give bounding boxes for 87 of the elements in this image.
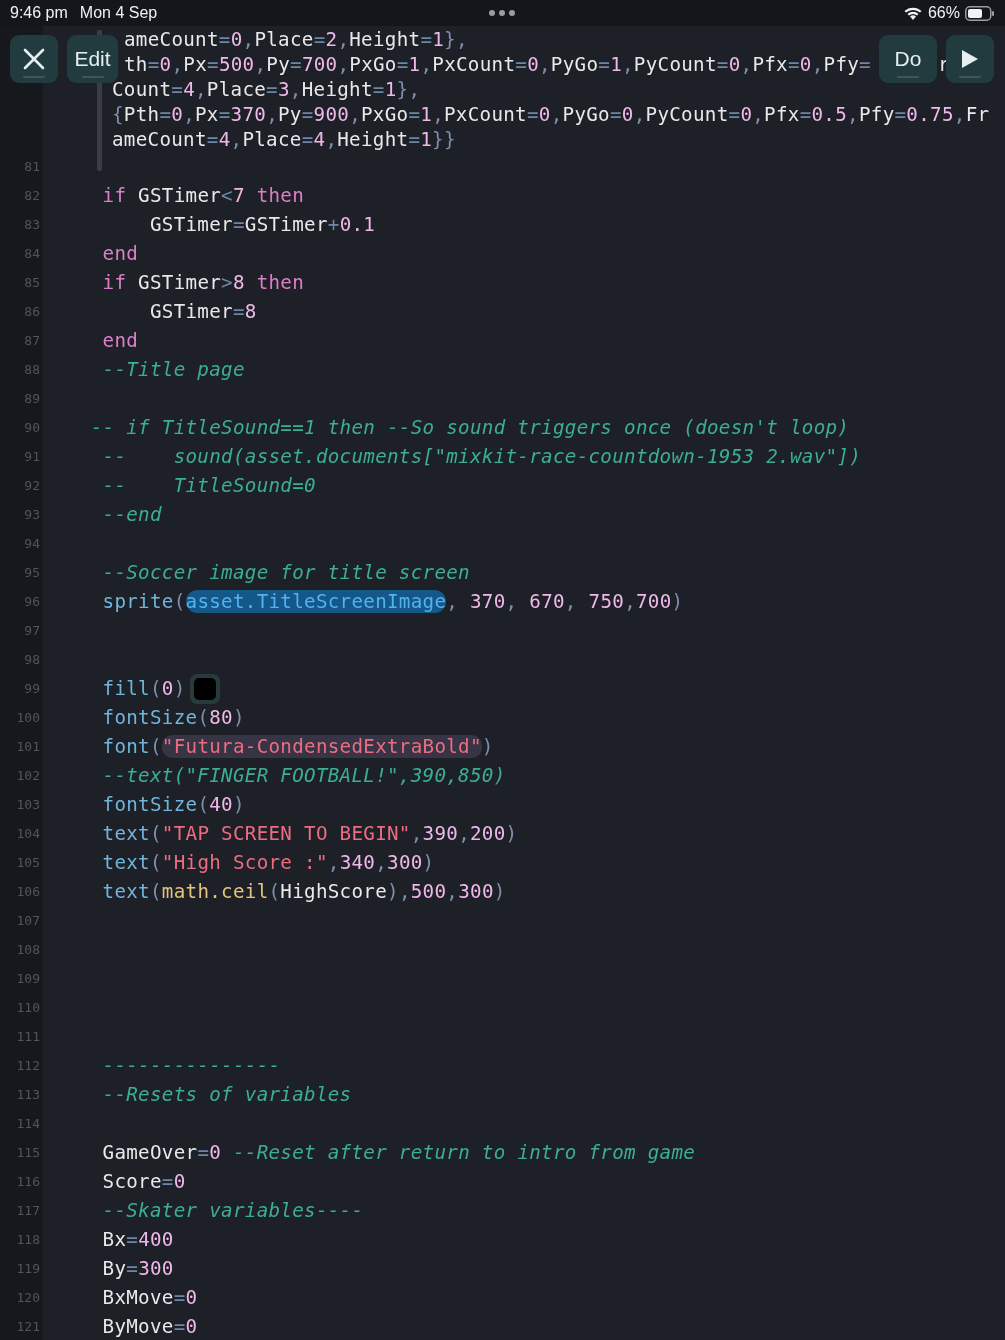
line-number: 107 xyxy=(15,913,40,928)
code-line: ByMove=0 xyxy=(101,1315,198,1338)
line-number: 92 xyxy=(23,478,40,493)
code-line: text(math.ceil(HighScore),500,300) xyxy=(101,880,506,903)
line-number: 83 xyxy=(23,217,40,232)
code-line: th=0,Px=500,Py=700,PxGo=1,PxCount=0,PyGo=1,PyCount=0,Pfx=0,Pfy= xyxy=(124,53,871,76)
code-line: BxMove=0 xyxy=(101,1286,198,1309)
code-line: if GSTimer>8 then xyxy=(101,271,305,294)
line-number: 102 xyxy=(15,768,40,783)
line-number: 95 xyxy=(23,565,40,580)
line-number: 116 xyxy=(15,1174,40,1189)
toolbar-button[interactable]: Do xyxy=(879,35,937,83)
close-icon xyxy=(23,48,45,70)
code-line: --Soccer image for title screen xyxy=(101,561,470,584)
line-number: 115 xyxy=(15,1145,40,1160)
status-date: Mon 4 Sep xyxy=(79,4,158,22)
code-line: Bx=400 xyxy=(101,1228,174,1251)
code-line: By=300 xyxy=(101,1257,174,1280)
code-line: -- sound(asset.documents["mixkit-race-countdown-1953 2.wav"]) xyxy=(101,445,862,468)
status-time: 9:46 pm xyxy=(10,4,68,22)
battery-icon xyxy=(965,5,995,21)
line-number: 113 xyxy=(15,1087,40,1102)
battery-percent: 66% xyxy=(927,4,960,22)
line-number: 109 xyxy=(15,971,40,986)
code-line: text("TAP SCREEN TO BEGIN",390,200) xyxy=(101,822,518,845)
line-number: 88 xyxy=(23,362,40,377)
wifi-icon xyxy=(902,5,923,21)
line-number: 103 xyxy=(15,797,40,812)
line-number: 90 xyxy=(23,420,40,435)
code-line: --Resets of variables xyxy=(101,1083,352,1106)
line-number: 111 xyxy=(15,1029,40,1044)
code-line: -- if TitleSound==1 then --So sound triggers once (doesn't loop) xyxy=(89,416,850,439)
line-number: 105 xyxy=(15,855,40,870)
play-button[interactable] xyxy=(946,35,994,83)
line-number: 118 xyxy=(15,1232,40,1247)
line-number: 84 xyxy=(23,246,40,261)
code-line: Score=0 xyxy=(101,1170,186,1193)
play-icon xyxy=(961,49,979,69)
color-swatch-icon[interactable] xyxy=(189,673,220,704)
line-number: 91 xyxy=(23,449,40,464)
line-number: 112 xyxy=(15,1058,40,1073)
line-number: 81 xyxy=(23,159,40,174)
line-number: 93 xyxy=(23,507,40,522)
line-number: 85 xyxy=(23,275,40,290)
code-line: GameOver=0 --Reset after return to intro from game xyxy=(101,1141,696,1164)
line-number: 82 xyxy=(23,188,40,203)
line-number: 119 xyxy=(15,1261,40,1276)
line-number: 94 xyxy=(23,536,40,551)
line-number: 87 xyxy=(23,333,40,348)
line-number: 96 xyxy=(23,594,40,609)
code-line: ameCount=0,Place=2,Height=1}, xyxy=(124,28,468,51)
line-number: 117 xyxy=(15,1203,40,1218)
code-line: --text("FINGER FOOTBALL!",390,850) xyxy=(101,764,506,787)
line-number: 104 xyxy=(15,826,40,841)
line-number: 121 xyxy=(15,1319,40,1334)
line-number: 86 xyxy=(23,304,40,319)
line-number: 100 xyxy=(15,710,40,725)
code-line: end xyxy=(101,242,139,265)
code-line: --Title page xyxy=(101,358,245,381)
line-number: 106 xyxy=(15,884,40,899)
code-line: fill(0) xyxy=(101,677,186,700)
more-icon[interactable] xyxy=(488,9,516,17)
line-number: 89 xyxy=(23,391,40,406)
code-line: GSTimer=GSTimer+0.1 xyxy=(148,213,376,236)
code-line: GSTimer=8 xyxy=(148,300,257,323)
line-number: 108 xyxy=(15,942,40,957)
code-line: text("High Score :",340,300) xyxy=(101,851,435,874)
code-line: --Skater variables---- xyxy=(101,1199,364,1222)
line-number: 98 xyxy=(23,652,40,667)
line-number: 110 xyxy=(15,1000,40,1015)
line-number: 99 xyxy=(23,681,40,696)
line-number: 97 xyxy=(23,623,40,638)
code-line: end xyxy=(101,329,139,352)
code-line: {Pth=0,Px=370,Py=900,PxGo=1,PxCount=0,PyGo=0,PyCount=0,Pfx=0.5,Pfy=0.75,Fr xyxy=(112,103,990,126)
code-line: fontSize(40) xyxy=(101,793,245,816)
code-line: -- TitleSound=0 xyxy=(101,474,316,497)
line-number: 120 xyxy=(15,1290,40,1305)
code-line: sprite(asset.TitleScreenImage, 370, 670, 750,700) xyxy=(101,590,684,613)
code-line: --------------- xyxy=(101,1054,281,1077)
close-button[interactable] xyxy=(10,35,58,83)
line-number: 101 xyxy=(15,739,40,754)
code-line: --end xyxy=(101,503,162,526)
code-line: if GSTimer<7 then xyxy=(101,184,305,207)
code-line: fontSize(80) xyxy=(101,706,245,729)
line-number: 114 xyxy=(15,1116,40,1131)
code-line: ameCount=4,Place=4,Height=1}} xyxy=(112,128,456,151)
toolbar-button[interactable]: Edit xyxy=(67,35,118,83)
